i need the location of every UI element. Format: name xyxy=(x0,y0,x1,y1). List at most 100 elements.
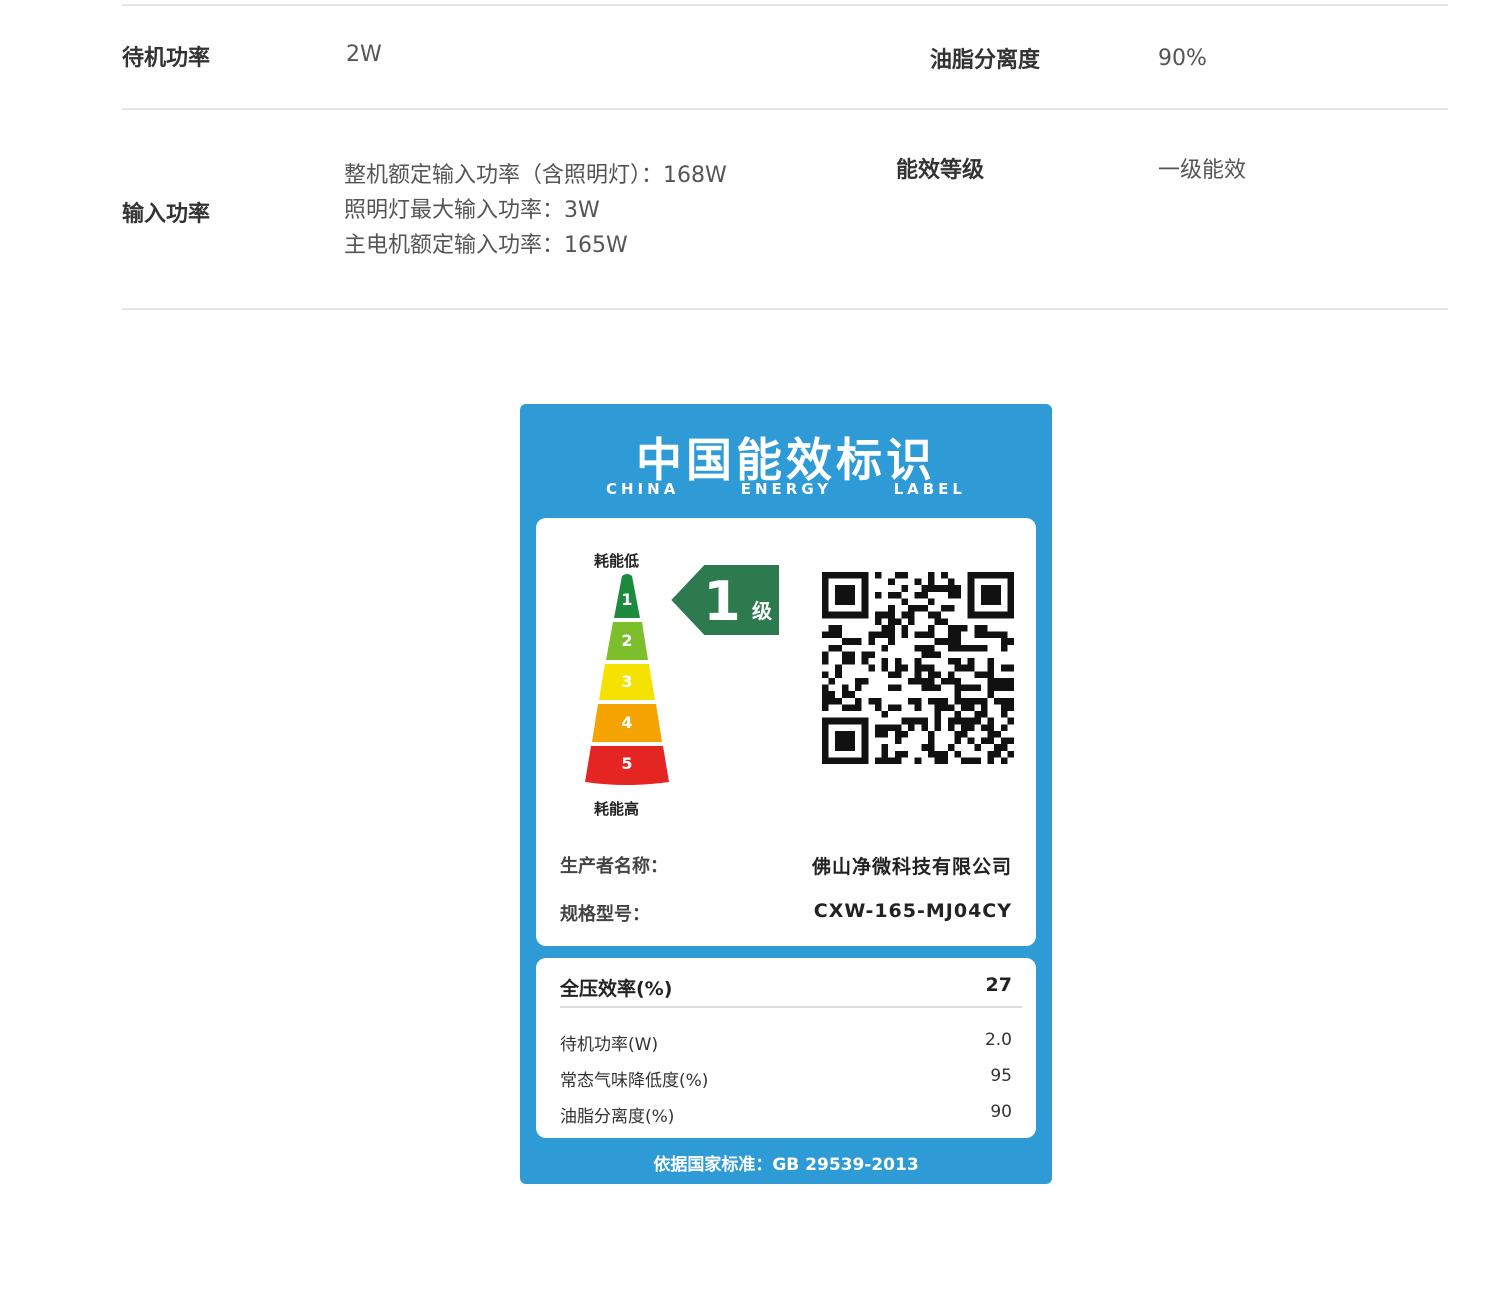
qr-module xyxy=(1000,724,1008,731)
qr-module xyxy=(994,750,1001,758)
metric-label: 常态气味降低度(%) xyxy=(560,1071,709,1091)
qr-module xyxy=(980,711,988,718)
qr-module xyxy=(994,677,1001,685)
qr-module xyxy=(901,631,909,639)
qr-module xyxy=(822,737,829,745)
qr-module xyxy=(994,611,1001,619)
qr-module xyxy=(1007,704,1014,712)
qr-module xyxy=(848,691,856,698)
qr-module xyxy=(921,684,928,692)
qr-module xyxy=(848,737,856,745)
qr-module xyxy=(835,624,842,632)
qr-module xyxy=(941,605,948,612)
qr-module xyxy=(841,611,849,619)
qr-module xyxy=(994,631,1001,639)
metrics-divider xyxy=(560,1006,1022,1008)
qr-module xyxy=(855,704,862,712)
qr-module xyxy=(881,644,889,652)
qr-module xyxy=(894,664,902,672)
qr-module xyxy=(908,717,915,725)
qr-module xyxy=(947,671,955,678)
qr-module xyxy=(921,585,928,592)
qr-module xyxy=(841,757,849,764)
qr-module xyxy=(987,572,995,579)
qr-module xyxy=(987,724,995,731)
qr-module xyxy=(855,677,862,685)
qr-module xyxy=(901,717,909,725)
qr-module xyxy=(861,585,869,592)
qr-module xyxy=(841,585,849,592)
grade-number: 1 xyxy=(621,590,632,609)
qr-module xyxy=(835,730,842,738)
qr-module xyxy=(848,572,856,579)
qr-module xyxy=(954,737,962,745)
qr-module xyxy=(901,611,909,619)
qr-module xyxy=(967,578,975,586)
qr-module xyxy=(967,572,975,579)
qr-module xyxy=(855,697,862,705)
manufacturer-value: 佛山净微科技有限公司 xyxy=(811,856,1012,878)
qr-module xyxy=(908,697,915,705)
qr-module xyxy=(934,611,942,619)
qr-module xyxy=(855,611,862,619)
qr-module xyxy=(947,638,955,645)
qr-module xyxy=(874,697,882,705)
qr-module xyxy=(822,744,829,751)
qr-module xyxy=(987,671,995,678)
qr-module xyxy=(901,730,909,738)
qr-module xyxy=(974,757,981,764)
qr-module xyxy=(1007,585,1014,592)
qr-module xyxy=(835,598,842,606)
qr-module xyxy=(987,611,995,619)
qr-module xyxy=(835,585,842,592)
qr-module xyxy=(954,697,962,705)
qr-module xyxy=(828,757,836,764)
qr-module xyxy=(967,585,975,592)
qr-module xyxy=(822,671,829,678)
qr-module xyxy=(987,737,995,745)
qr-code[interactable] xyxy=(822,572,1014,764)
qr-module xyxy=(841,591,849,599)
qr-module xyxy=(941,757,948,764)
qr-module xyxy=(822,605,829,612)
standby-power-value: 2W xyxy=(346,42,382,67)
qr-module xyxy=(861,572,869,579)
qr-module xyxy=(1000,684,1008,692)
qr-module xyxy=(934,750,942,758)
qr-module xyxy=(980,624,988,632)
qr-module xyxy=(894,724,902,731)
qr-module xyxy=(841,704,849,712)
qr-module xyxy=(841,737,849,745)
qr-module xyxy=(980,572,988,579)
qr-module xyxy=(921,591,928,599)
qr-module xyxy=(822,730,829,738)
qr-module xyxy=(868,697,875,705)
qr-module xyxy=(961,704,968,712)
qr-module xyxy=(1000,704,1008,712)
qr-module xyxy=(894,730,902,738)
qr-module xyxy=(894,671,902,678)
china-energy-label: 中国能效标识 CHINA ENERGY LABEL 耗能低 1 2 3 4 5 … xyxy=(520,404,1052,1184)
qr-module xyxy=(954,664,962,672)
qr-module xyxy=(855,684,862,692)
qr-module xyxy=(835,671,842,678)
qr-module xyxy=(927,671,935,678)
qr-module xyxy=(980,598,988,606)
qr-module xyxy=(881,664,889,672)
qr-module xyxy=(941,572,948,579)
qr-module xyxy=(888,724,895,731)
qr-module xyxy=(974,717,981,725)
qr-module xyxy=(954,658,962,665)
qr-module xyxy=(1000,572,1008,579)
qr-module xyxy=(848,730,856,738)
qr-module xyxy=(954,684,962,692)
qr-module xyxy=(841,651,849,659)
current-grade-number: 1 xyxy=(703,570,741,633)
main-metric-row: 全压效率(%) 27 xyxy=(560,974,1012,1001)
qr-module xyxy=(881,631,889,639)
qr-module xyxy=(901,750,909,758)
qr-module xyxy=(1000,677,1008,685)
qr-module xyxy=(822,585,829,592)
qr-module xyxy=(894,757,902,764)
qr-module xyxy=(934,704,942,712)
